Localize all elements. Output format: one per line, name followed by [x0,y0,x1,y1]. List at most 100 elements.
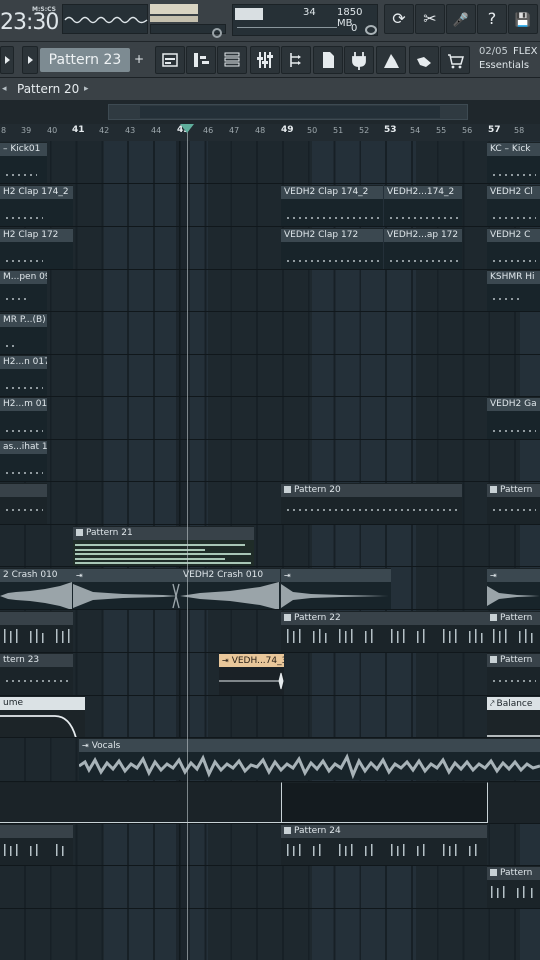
microphone-icon: 🎤 [452,13,470,28]
audio-clip-crash[interactable]: 2 Crash 010 [0,568,73,609]
piano-roll-button[interactable] [186,46,216,74]
cpu-meter-bar [235,8,263,20]
master-pitch-knob-icon[interactable] [212,28,222,38]
pattern-clip-21[interactable]: Pattern 21 [73,526,254,566]
pattern-selector[interactable]: Pattern 23 [40,48,130,72]
track-separator [0,226,540,227]
plus-icon: + [133,52,145,66]
clip-label-text: Pattern [500,655,533,665]
audio-clip-crash[interactable]: ⇥ [73,568,180,609]
song-time-display[interactable]: 23:30 M:S:CS [0,2,60,38]
pattern-clip[interactable] [0,483,47,524]
empty-clip[interactable] [0,782,281,823]
audio-clip-clap-172[interactable]: VEDH2 C [487,228,540,269]
ruler-tick: 39 [21,126,32,135]
audio-clip-clap-174[interactable]: VEDH2 Cl [487,185,540,226]
pattern-clip-23[interactable]: Pattern [487,653,540,695]
loop-record-button[interactable]: ⟳ [384,4,414,34]
touch-controller-button[interactable] [409,46,439,74]
audio-clip-mr-p[interactable]: MR P...(B) [0,313,47,354]
pattern-menu-button[interactable] [22,46,38,74]
empty-clip[interactable] [281,782,487,823]
left-arrow-button[interactable] [0,46,14,74]
audio-clip-clap-174[interactable]: VEDH2...174_2 [384,185,462,226]
clip-label: Pattern [487,612,540,625]
shop-button[interactable] [440,46,470,74]
ruler-tick: 43 [125,126,136,135]
project-file-button[interactable] [313,46,343,74]
audio-clip-clap-172[interactable]: H2 Clap 172 [0,228,73,269]
audio-clip-vedh-74[interactable]: ⇥ VEDH...74_3 [219,653,284,695]
timeline-ruler[interactable]: 8 39 40 41 42 43 44 45 46 47 48 49 50 51… [0,124,540,141]
clip-body [487,625,540,652]
record-audio-button[interactable]: 🎤 [446,4,476,34]
audio-clip-clap-172[interactable]: VEDH2...ap 172 [384,228,462,269]
flex-label: FLEX [513,46,538,57]
plugin-manager-button[interactable] [344,46,374,74]
clip-body [487,411,540,439]
playlist-scrollbar[interactable] [0,100,540,124]
automation-clip-volume[interactable]: ume [0,696,85,737]
clip-body [0,582,73,609]
empty-clip[interactable] [487,782,540,823]
save-button[interactable]: 💾 [508,4,538,34]
cut-button[interactable]: ✂ [415,4,445,34]
automation-icon: ⤤ [490,699,495,708]
help-button[interactable]: ? [477,4,507,34]
audio-clip-icon: ⇥ [76,571,83,580]
pattern-clip-22[interactable]: Pattern 22 [281,611,487,652]
pattern-clip-24[interactable] [0,824,73,865]
audio-clip-open-hat[interactable]: M...pen 09 [0,270,47,311]
clip-body [281,625,487,652]
back-arrow-icon[interactable]: ◂ [2,84,7,94]
preset-name[interactable]: Essentials [479,60,529,71]
audio-clip-ihat[interactable]: as...ihat 10 [0,440,47,481]
audio-clip-clap-172[interactable]: VEDH2 Clap 172 [281,228,383,269]
audio-clip-kshmr-hat[interactable]: KSHMR Hi [487,270,540,311]
clip-body [384,242,462,269]
pattern-clip-23[interactable]: ttern 23 [0,653,73,695]
playlist-button[interactable] [155,46,185,74]
playhead-marker-icon[interactable] [180,124,194,133]
pattern-clip-22[interactable]: Pattern [487,611,540,652]
pattern-clip-20[interactable]: Pattern 20 [281,483,462,524]
audio-clip-crash[interactable]: ⇥ [487,568,540,609]
playlist-tracks[interactable]: – Kick01 KC – Kick H2 Clap 174_2 VEDH2 C… [0,141,540,960]
waveform [180,582,279,609]
add-pattern-button[interactable]: + [131,46,147,74]
browser-button[interactable] [281,46,311,74]
mixer-button[interactable] [250,46,280,74]
audio-clip-kick[interactable]: – Kick01 [0,142,47,183]
track-separator [0,481,540,482]
channel-rack-button[interactable] [217,46,247,74]
breadcrumb[interactable]: Pattern 20 [17,82,79,96]
pattern-clip-24[interactable]: Pattern 24 [281,824,487,865]
audio-clip-clap-174[interactable]: VEDH2 Clap 174_2 [281,185,383,226]
clip-body [73,540,254,566]
tempo-tapper-button[interactable] [376,46,406,74]
pattern-clip-22[interactable] [0,611,73,652]
pattern-clip[interactable]: Pattern [487,866,540,908]
forward-arrow-icon[interactable]: ▸ [84,84,89,94]
audio-clip-m014[interactable]: H2...m 014 [0,397,47,439]
page-counter: 02/05 [479,46,508,57]
audio-clip-kick[interactable]: KC – Kick [487,142,540,183]
cpu-memory-panel: 34 1850 MB 0 [232,4,378,36]
pattern-clip-20[interactable]: Pattern [487,483,540,524]
pattern-notes-graphic [493,629,533,643]
audio-clip-clap-174[interactable]: H2 Clap 174_2 [0,185,73,226]
automation-curve [487,735,540,737]
audio-clip-n017[interactable]: H2...n 017 [0,355,47,396]
playhead-line[interactable] [187,124,188,960]
main-toolbar: 23:30 M:S:CS 34 1850 MB 0 ⟳ ✂ 🎤 ? 💾 [0,0,540,42]
clip-label: H2 Clap 174_2 [0,186,73,199]
clip-label: H2 Clap 172 [0,229,73,242]
clip-label: – Kick01 [0,143,47,156]
audio-clip-crash[interactable]: VEDH2 Crash 010 [180,568,280,609]
clip-label: VEDH2...ap 172 [384,229,462,242]
audio-clip-vocals[interactable]: ⇥ Vocals [79,738,540,780]
audio-clip-crash[interactable]: ⇥ [281,568,391,609]
clip-label: as...ihat 10 [0,441,47,454]
automation-clip-balance[interactable]: ⤤ Balance [487,696,540,737]
audio-clip-ga[interactable]: VEDH2 Ga [487,397,540,439]
